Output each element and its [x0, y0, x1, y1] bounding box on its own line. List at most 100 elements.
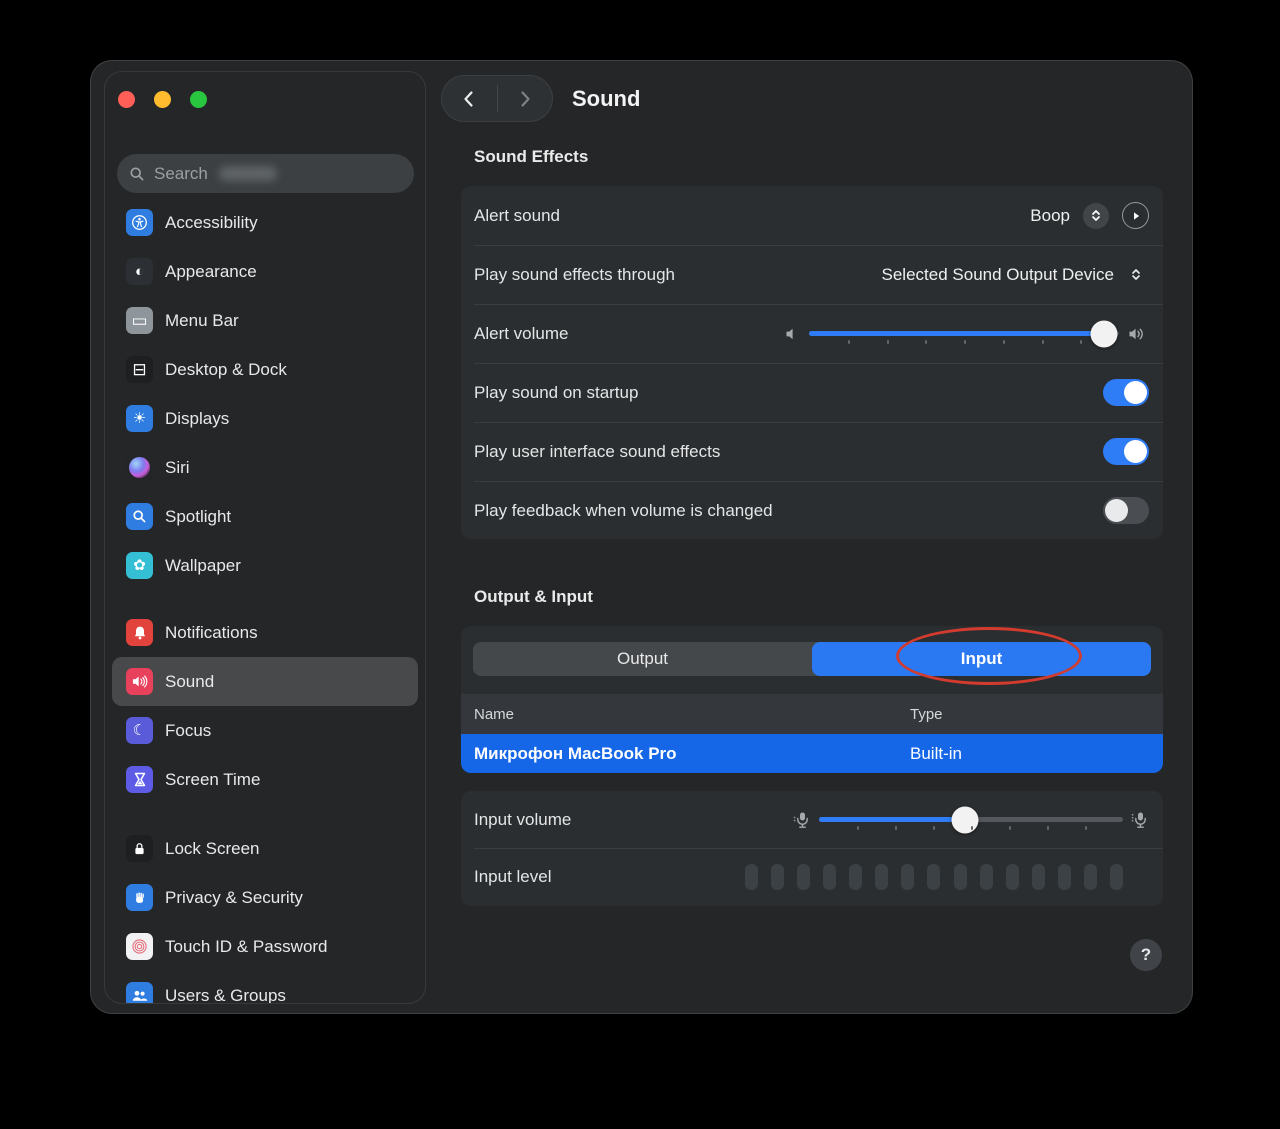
privacy-security-icon: [126, 884, 153, 911]
sidebar-item-label: Displays: [165, 409, 229, 429]
sidebar-item-accessibility[interactable]: Accessibility: [112, 198, 418, 247]
volume-feedback-toggle[interactable]: [1103, 497, 1149, 524]
startup-sound-toggle[interactable]: [1103, 379, 1149, 406]
sidebar-item-notifications[interactable]: Notifications: [112, 608, 418, 657]
sound-effects-group: Alert sound Boop Play sound effects thro…: [461, 186, 1163, 539]
sidebar-item-focus[interactable]: ☾Focus: [112, 706, 418, 755]
sidebar-item-label: Desktop & Dock: [165, 360, 287, 380]
device-type: Built-in: [910, 744, 962, 764]
level-segment: [901, 864, 914, 890]
sidebar-item-label: Accessibility: [165, 213, 258, 233]
search-input[interactable]: Search: [117, 154, 414, 193]
startup-sound-row: Play sound on startup: [461, 363, 1163, 422]
slider-knob[interactable]: [1090, 320, 1117, 347]
level-segment: [849, 864, 862, 890]
annotation-circle: [896, 627, 1082, 685]
startup-sound-label: Play sound on startup: [474, 383, 638, 403]
sidebar-item-label: Touch ID & Password: [165, 937, 328, 957]
input-level-row: Input level: [461, 848, 1163, 906]
input-level-label: Input level: [474, 867, 552, 887]
sidebar-item-wallpaper[interactable]: ✿Wallpaper: [112, 541, 418, 590]
play-through-label: Play sound effects through: [474, 265, 675, 285]
back-button[interactable]: [442, 76, 497, 121]
sidebar-item-label: Menu Bar: [165, 311, 239, 331]
sidebar: Search Accessibility ◐ Appearance ▭ Menu Bar…: [104, 71, 426, 1004]
accessibility-icon: [126, 209, 153, 236]
desktop-dock-icon: ⊟: [126, 356, 153, 383]
sidebar-item-displays[interactable]: ☀ Displays: [112, 394, 418, 443]
sidebar-item-label: Privacy & Security: [165, 888, 303, 908]
appearance-icon: ◐: [126, 258, 153, 285]
ui-sound-toggle[interactable]: [1103, 438, 1149, 465]
output-input-heading: Output & Input: [474, 587, 593, 607]
column-name: Name: [461, 706, 910, 723]
alert-volume-slider[interactable]: [809, 331, 1119, 336]
volume-feedback-label: Play feedback when volume is changed: [474, 501, 773, 521]
spotlight-icon: [126, 503, 153, 530]
sidebar-item-label: Sound: [165, 672, 214, 692]
level-segment: [1084, 864, 1097, 890]
slider-knob[interactable]: [951, 806, 978, 833]
sidebar-item-touch-id-password[interactable]: Touch ID & Password: [112, 922, 418, 971]
nav-history-control: [441, 75, 553, 122]
device-name: Микрофон MacBook Pro: [461, 744, 910, 764]
mic-loud-icon: [1131, 811, 1149, 829]
page-title: Sound: [572, 86, 640, 112]
alert-volume-label: Alert volume: [474, 324, 568, 344]
siri-icon: [126, 454, 153, 481]
sidebar-item-label: Notifications: [165, 623, 258, 643]
play-alert-sound-button[interactable]: [1122, 202, 1149, 229]
sidebar-item-desktop-dock[interactable]: ⊟ Desktop & Dock: [112, 345, 418, 394]
touch-id-icon: [126, 933, 153, 960]
table-row-microphone[interactable]: Микрофон MacBook Pro Built-in: [461, 734, 1163, 773]
level-segment: [771, 864, 784, 890]
sidebar-item-spotlight[interactable]: Spotlight: [112, 492, 418, 541]
alert-sound-label: Alert sound: [474, 206, 560, 226]
displays-icon: ☀: [126, 405, 153, 432]
level-segment: [797, 864, 810, 890]
sound-icon: [126, 668, 153, 695]
sound-effects-heading: Sound Effects: [474, 147, 588, 167]
level-segment: [927, 864, 940, 890]
sidebar-item-sound[interactable]: Sound: [112, 657, 418, 706]
alert-sound-row: Alert sound Boop: [461, 186, 1163, 245]
sidebar-item-privacy-security[interactable]: Privacy & Security: [112, 873, 418, 922]
settings-window: Search Accessibility ◐ Appearance ▭ Menu Bar…: [90, 60, 1193, 1014]
play-through-stepper[interactable]: [1123, 262, 1149, 288]
sidebar-item-label: Focus: [165, 721, 211, 741]
sidebar-item-siri[interactable]: Siri: [112, 443, 418, 492]
chevron-right-icon: [516, 89, 534, 109]
play-through-value: Selected Sound Output Device: [882, 265, 1114, 285]
sidebar-item-lock-screen[interactable]: Lock Screen: [112, 824, 418, 873]
alert-sound-value: Boop: [1030, 206, 1070, 226]
chevron-up-down-icon: [1129, 267, 1143, 282]
chevron-left-icon: [460, 89, 478, 109]
level-segment: [1006, 864, 1019, 890]
tab-output[interactable]: Output: [473, 642, 812, 676]
sidebar-item-screen-time[interactable]: Screen Time: [112, 755, 418, 804]
level-segment: [1110, 864, 1123, 890]
sidebar-item-label: Screen Time: [165, 770, 260, 790]
notifications-icon: [126, 619, 153, 646]
sidebar-item-users-groups[interactable]: Users & Groups: [112, 971, 418, 1004]
sidebar-item-menu-bar[interactable]: ▭ Menu Bar: [112, 296, 418, 345]
level-segment: [980, 864, 993, 890]
alert-volume-row: Alert volume: [461, 304, 1163, 363]
level-segment: [875, 864, 888, 890]
search-icon: [129, 166, 145, 182]
menu-bar-icon: ▭: [126, 307, 153, 334]
ui-sound-label: Play user interface sound effects: [474, 442, 720, 462]
alert-sound-stepper[interactable]: [1083, 203, 1109, 229]
sidebar-item-appearance[interactable]: ◐ Appearance: [112, 247, 418, 296]
users-groups-icon: [126, 982, 153, 1004]
screen-time-icon: [126, 766, 153, 793]
search-placeholder: Search: [154, 164, 208, 184]
level-segment: [745, 864, 758, 890]
sidebar-item-label: Appearance: [165, 262, 257, 282]
help-button[interactable]: ?: [1130, 939, 1162, 971]
forward-button[interactable]: [498, 76, 553, 121]
level-segment: [1032, 864, 1045, 890]
level-segment: [823, 864, 836, 890]
volume-feedback-row: Play feedback when volume is changed: [461, 481, 1163, 540]
input-volume-slider[interactable]: [819, 817, 1123, 822]
